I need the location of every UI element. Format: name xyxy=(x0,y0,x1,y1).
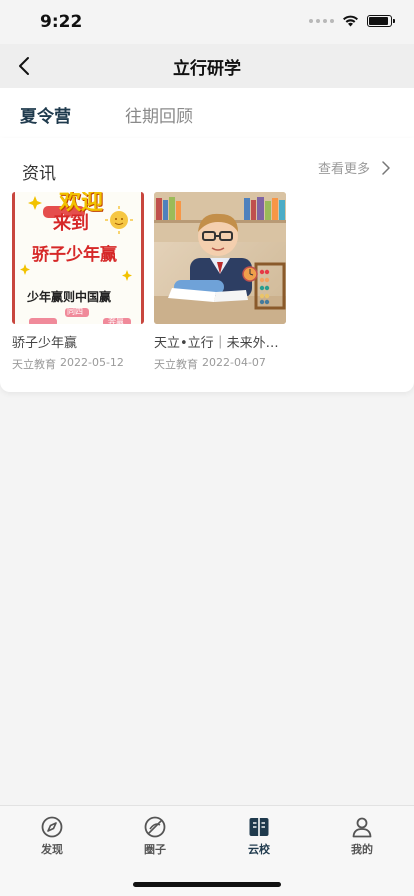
view-more-link[interactable]: 查看更多 xyxy=(318,158,390,177)
battery-icon xyxy=(367,15,395,27)
compass-icon xyxy=(41,816,63,838)
article-thumbnail: 欢迎 来到 骄子少年赢 少年赢则中国赢 同四 奔赢 xyxy=(12,192,144,324)
status-time: 9:22 xyxy=(40,12,83,32)
tabbar-label: 发现 xyxy=(41,843,63,856)
article-meta: 天立教育 2022-05-12 xyxy=(12,356,144,372)
tab-summer-camp[interactable]: 夏令营 xyxy=(20,102,71,127)
poster-text-headline: 骄子少年赢 xyxy=(32,245,117,265)
poster-text-badge-2: 奔赢 xyxy=(108,317,124,324)
article-source: 天立教育 xyxy=(154,358,198,371)
poster-text-slogan: 少年赢则中国赢 xyxy=(27,290,112,304)
home-indicator xyxy=(133,882,281,887)
news-card: 资讯 查看更多 欢迎 来到 骄子少年赢 少年赢则中国赢 同四 奔赢 骄子少年赢 … xyxy=(0,138,414,392)
person-icon xyxy=(352,817,372,838)
article-date: 2022-04-07 xyxy=(202,356,266,369)
wifi-icon xyxy=(343,15,358,27)
poster-text-come: 来到 xyxy=(53,213,89,234)
tabs-bar: 夏令营 往期回顾 xyxy=(0,88,414,138)
chevron-left-icon xyxy=(19,57,29,75)
page-title: 立行研学 xyxy=(173,58,241,79)
news-item[interactable]: 天立•立行｜未来外交官 天立教育 2022-04-07 xyxy=(154,192,286,372)
article-date: 2022-05-12 xyxy=(60,356,124,369)
article-title: 天立•立行｜未来外交官 xyxy=(154,336,286,351)
student-photo xyxy=(154,192,286,324)
chevron-right-icon xyxy=(382,160,390,175)
article-source: 天立教育 xyxy=(12,358,56,371)
tabbar-label: 圈子 xyxy=(144,843,166,856)
circle-slash-icon xyxy=(144,816,166,838)
tabbar-item-cloud-school[interactable]: 云校 xyxy=(229,816,289,857)
navigation-bar: 立行研学 xyxy=(0,44,414,88)
section-title: 资讯 xyxy=(22,164,56,184)
article-meta: 天立教育 2022-04-07 xyxy=(154,356,286,372)
view-more-label: 查看更多 xyxy=(317,162,370,177)
article-title: 骄子少年赢 xyxy=(12,336,78,351)
tabbar-item-me[interactable]: 我的 xyxy=(332,816,392,857)
status-icons xyxy=(309,15,395,27)
news-item[interactable]: 欢迎 来到 骄子少年赢 少年赢则中国赢 同四 奔赢 骄子少年赢 天立教育 202… xyxy=(12,192,144,372)
article-thumbnail xyxy=(154,192,286,324)
battery-level xyxy=(369,17,388,25)
signal-icon xyxy=(309,19,334,23)
tabbar-label: 我的 xyxy=(351,843,373,856)
tabbar-item-circle[interactable]: 圈子 xyxy=(125,816,185,857)
tabbar-item-discover[interactable]: 发现 xyxy=(22,816,82,857)
book-icon xyxy=(249,818,269,836)
tabbar-label: 云校 xyxy=(248,843,270,856)
back-button[interactable] xyxy=(8,50,40,82)
status-bar: 9:22 xyxy=(0,0,414,44)
poster-text-badge-1: 同四 xyxy=(67,307,83,316)
tab-past-review[interactable]: 往期回顾 xyxy=(125,102,193,127)
